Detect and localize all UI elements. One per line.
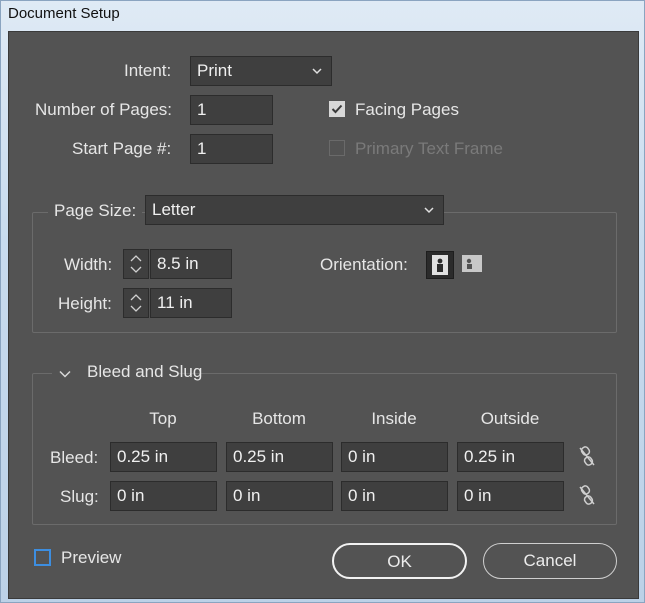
height-stepper[interactable] [123,288,149,318]
orientation-portrait-button[interactable] [426,251,454,279]
page-size-legend: Page Size: [48,196,143,228]
orientation-landscape-button[interactable] [459,251,487,279]
start-page-label: Start Page #: [72,139,172,158]
facing-pages-label[interactable]: Facing Pages [355,100,459,120]
page-size-dropdown[interactable]: Letter [145,195,444,225]
width-label: Width: [64,255,113,274]
bleed-slug-title: Bleed and Slug [87,362,203,381]
primary-text-frame-label: Primary Text Frame [355,139,503,158]
height-field[interactable]: 11 in [150,288,232,318]
stepper-arrows-icon [130,255,142,273]
column-inside: Inside [371,409,417,428]
dialog-body: Intent: Print Number of Pages: 1 Start P… [8,31,639,599]
width-stepper[interactable] [123,249,149,279]
stepper-arrows-icon [130,294,142,312]
bleed-bottom-field[interactable]: 0.25 in [226,442,333,472]
page-size-value: Letter [152,200,196,219]
chevron-down-icon [312,68,322,75]
bleed-label: Bleed: [50,448,99,467]
slug-outside-field[interactable]: 0 in [457,481,564,511]
window-title: Document Setup [8,5,120,22]
primary-text-frame-checkbox[interactable] [329,140,345,156]
start-page-field[interactable]: 1 [190,134,273,164]
slug-bottom-field[interactable]: 0 in [226,481,333,511]
pages-label: Number of Pages: [35,100,173,119]
column-bottom: Bottom [252,409,306,428]
preview-checkbox[interactable] [34,549,51,566]
landscape-page-icon [462,255,482,272]
preview-label[interactable]: Preview [61,548,121,568]
number-of-pages-field[interactable]: 1 [190,95,273,125]
slug-label: Slug: [60,487,99,506]
checkmark-icon [331,104,343,114]
dialog-window: Document Setup Intent: Print Number of P… [0,0,645,603]
ok-button[interactable]: OK [332,543,467,579]
bleed-outside-field[interactable]: 0.25 in [457,442,564,472]
column-outside: Outside [480,409,540,428]
intent-value: Print [197,61,232,80]
intent-dropdown[interactable]: Print [190,56,332,86]
intent-label: Intent: [124,61,172,80]
slug-inside-field[interactable]: 0 in [341,481,448,511]
chevron-down-icon [424,207,434,214]
bleed-slug-header[interactable]: Bleed and Slug [52,359,202,387]
broken-link-icon[interactable] [576,484,598,506]
width-field[interactable]: 8.5 in [150,249,232,279]
broken-link-icon[interactable] [576,445,598,467]
cancel-button[interactable]: Cancel [483,543,617,579]
orientation-label: Orientation: [320,255,408,274]
bleed-inside-field[interactable]: 0 in [341,442,448,472]
page-size-label: Page Size: [54,201,137,220]
chevron-down-icon [59,370,71,378]
height-label: Height: [58,294,112,313]
portrait-page-icon [432,255,448,275]
column-top: Top [149,409,177,428]
facing-pages-checkbox[interactable] [329,101,345,117]
bleed-top-field[interactable]: 0.25 in [110,442,217,472]
slug-top-field[interactable]: 0 in [110,481,217,511]
